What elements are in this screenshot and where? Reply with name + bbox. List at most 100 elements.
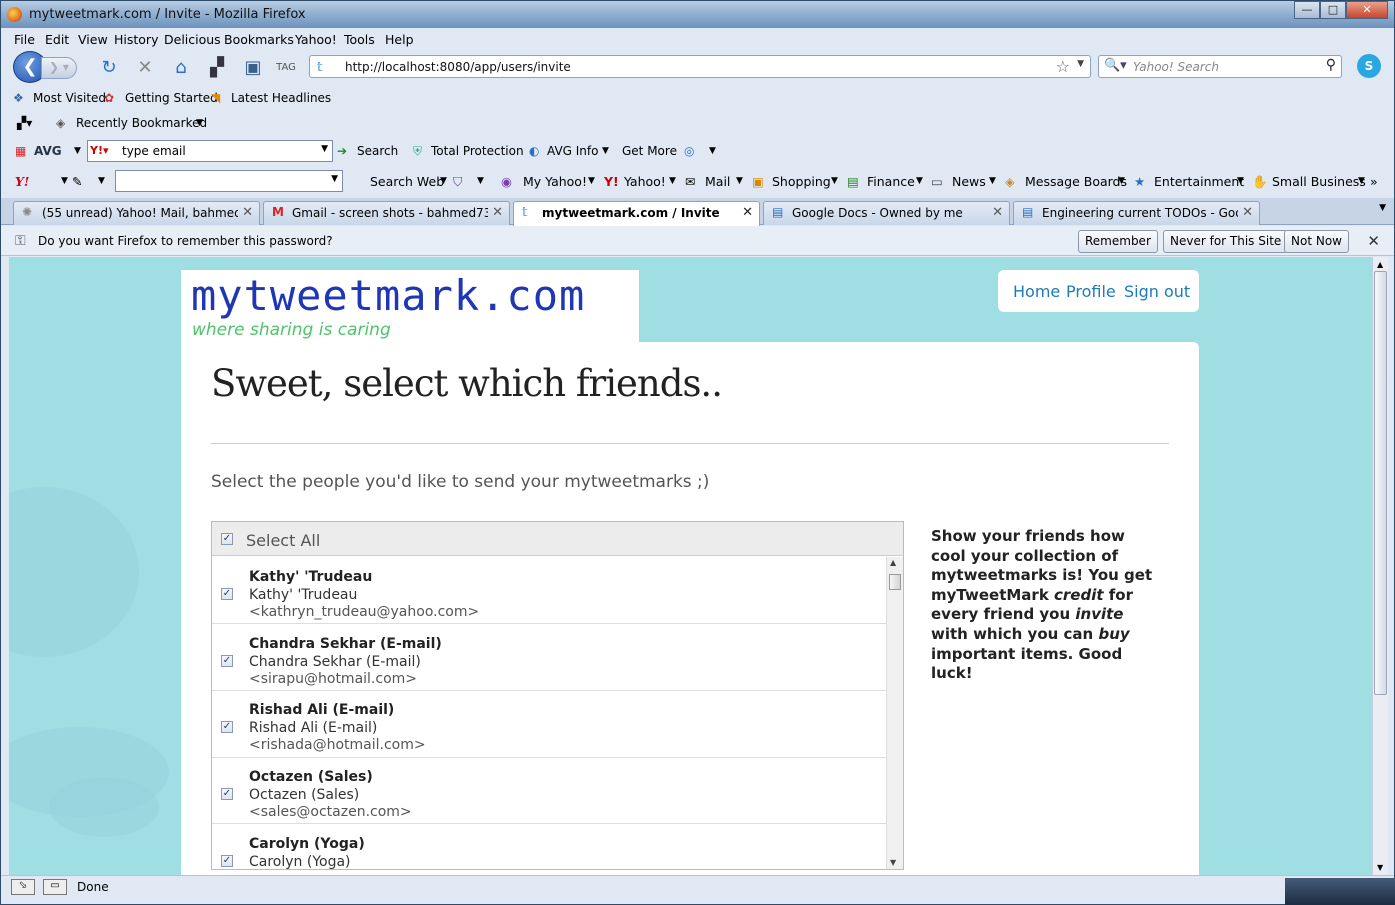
page-scrollbar[interactable]: ▲ ▼	[1372, 257, 1388, 875]
remember-button[interactable]: Remember	[1078, 230, 1158, 253]
tab-yahoo-mail[interactable]: ✺ (55 unread) Yahoo! Mail, bahmed73 ✕	[13, 201, 260, 225]
avg-logo[interactable]: AVG	[34, 144, 62, 158]
page-icon[interactable]: ▣	[241, 56, 265, 80]
notification-close-icon[interactable]: ✕	[1367, 232, 1380, 250]
shopping-button[interactable]: Shopping	[772, 174, 831, 189]
yahoo-search-field[interactable]: ▼	[115, 170, 343, 192]
tab-engineering-todos[interactable]: ▤ Engineering current TODOs - Googl... ✕	[1013, 201, 1260, 225]
not-now-button[interactable]: Not Now	[1284, 230, 1349, 253]
yahoo-button[interactable]: Yahoo!	[624, 174, 666, 189]
list-item[interactable]: ✓ Rishad Ali (E-mail) Rishad Ali (E-mail…	[212, 691, 886, 758]
avg-extra-dropdown-icon[interactable]: ▼	[709, 146, 716, 156]
select-all-row[interactable]: ✓ Select All	[212, 522, 903, 556]
entertainment-dropdown-icon[interactable]: ▼	[1237, 176, 1244, 186]
tab-google-docs[interactable]: ▤ Google Docs - Owned by me ✕	[763, 201, 1010, 225]
toolbar-overflow-icon[interactable]: »	[1370, 174, 1378, 189]
tab-close-icon[interactable]: ✕	[742, 205, 753, 220]
menu-bookmarks[interactable]: Bookmarks	[224, 32, 294, 47]
my-yahoo-dropdown-icon[interactable]: ▼	[588, 176, 595, 186]
status-screen-icon[interactable]: ▭	[43, 879, 67, 895]
pencil-icon[interactable]: ✎	[72, 174, 82, 189]
reload-icon[interactable]: ↻	[97, 56, 121, 80]
scroll-up-icon[interactable]: ▲	[890, 558, 896, 567]
menu-view[interactable]: View	[78, 32, 108, 47]
tab-close-icon[interactable]: ✕	[242, 205, 253, 220]
search-engine-icon[interactable]: 🔍▾	[1104, 58, 1127, 73]
menu-history[interactable]: History	[114, 32, 158, 47]
shield-toolbar-icon[interactable]: ⛉	[453, 174, 462, 190]
stop-icon[interactable]: ✕	[133, 56, 157, 80]
yahoo-dropdown-icon[interactable]: ▼	[669, 176, 676, 186]
tab-gmail[interactable]: M Gmail - screen shots - bahmed73@... ✕	[263, 201, 510, 225]
mail-button[interactable]: Mail	[705, 174, 730, 189]
search-web-button[interactable]: Search Web	[370, 174, 444, 189]
page-scroll-up-icon[interactable]: ▲	[1377, 260, 1383, 269]
screengrab-icon[interactable]: ▞	[205, 56, 229, 80]
small-business-button[interactable]: Small Business	[1272, 174, 1366, 189]
avg-extra-icon[interactable]: ◎	[684, 144, 694, 158]
shield-dropdown-icon[interactable]: ▼	[477, 176, 484, 186]
contact-checkbox[interactable]: ✓	[221, 855, 233, 867]
forward-button[interactable]: ❯ ▾	[41, 57, 77, 79]
finance-button[interactable]: Finance	[867, 174, 915, 189]
tab-close-icon[interactable]: ✕	[1242, 205, 1253, 220]
avg-email-field[interactable]: Y!▾ type email ▼	[87, 140, 333, 162]
site-logo[interactable]: mytweetmark.com where sharing is caring	[181, 270, 639, 342]
bookmark-getting-started[interactable]: Getting Started	[125, 91, 218, 105]
search-go-icon[interactable]: ⚲	[1326, 57, 1336, 73]
contact-checkbox[interactable]: ✓	[221, 721, 233, 733]
shopping-dropdown-icon[interactable]: ▼	[831, 176, 838, 186]
finance-dropdown-icon[interactable]: ▼	[916, 176, 923, 186]
avg-info-button[interactable]: AVG Info	[547, 144, 598, 158]
list-item[interactable]: ✓ Kathy' 'Trudeau Kathy' 'Trudeau <kathr…	[212, 557, 886, 624]
status-tool-icon[interactable]: ⬂	[11, 879, 35, 895]
nav-home-link[interactable]: Home	[1013, 282, 1060, 301]
page-scroll-thumb[interactable]	[1374, 271, 1387, 695]
bookmark-latest-headlines[interactable]: Latest Headlines	[231, 91, 331, 105]
contact-checkbox[interactable]: ✓	[221, 588, 233, 600]
contact-checkbox[interactable]: ✓	[221, 655, 233, 667]
menu-help[interactable]: Help	[385, 32, 414, 47]
skype-icon[interactable]: S	[1357, 54, 1381, 78]
list-item[interactable]: ✓ Chandra Sekhar (E-mail) Chandra Sekhar…	[212, 624, 886, 691]
tab-close-icon[interactable]: ✕	[492, 205, 503, 220]
nav-profile-link[interactable]: Profile	[1066, 282, 1116, 301]
my-yahoo-button[interactable]: My Yahoo!	[523, 174, 587, 189]
search-bar[interactable]: 🔍▾ Yahoo! Search ⚲	[1098, 55, 1342, 78]
tab-mytweetmark-invite[interactable]: 𝕥 mytweetmark.com / Invite ✕	[513, 201, 760, 226]
news-dropdown-icon[interactable]: ▼	[989, 176, 996, 186]
bookmark-star-icon[interactable]: ☆	[1056, 57, 1070, 76]
contact-checkbox[interactable]: ✓	[221, 788, 233, 800]
pencil-dropdown-icon[interactable]: ▼	[98, 176, 105, 186]
close-button[interactable]: ✕	[1346, 1, 1388, 19]
search-web-dropdown-icon[interactable]: ▼	[440, 176, 447, 186]
recently-bookmarked-dropdown-icon[interactable]: ▼	[196, 118, 203, 128]
screengrab-small-icon[interactable]: ▞▾	[17, 116, 32, 130]
list-item[interactable]: ✓ Octazen (Sales) Octazen (Sales) <sales…	[212, 757, 886, 824]
tab-close-icon[interactable]: ✕	[992, 205, 1003, 220]
mail-dropdown-icon[interactable]: ▼	[736, 176, 743, 186]
maximize-button[interactable]: □	[1320, 1, 1346, 19]
avg-search-button[interactable]: Search	[357, 144, 398, 158]
avg-info-dropdown-icon[interactable]: ▼	[602, 146, 609, 156]
small-business-dropdown-icon[interactable]: ▼	[1358, 176, 1365, 186]
menu-edit[interactable]: Edit	[45, 32, 69, 47]
recently-bookmarked[interactable]: Recently Bookmarked	[76, 116, 207, 130]
home-icon[interactable]: ⌂	[169, 56, 193, 80]
select-all-checkbox[interactable]: ✓	[221, 533, 233, 545]
yahoo-logo-icon[interactable]: Y!	[15, 174, 29, 189]
menu-delicious[interactable]: Delicious	[164, 32, 221, 47]
never-for-this-site-button[interactable]: Never for This Site	[1163, 230, 1289, 253]
scroll-thumb[interactable]	[889, 574, 901, 590]
menu-tools[interactable]: Tools	[344, 32, 375, 47]
email-dropdown-icon[interactable]: ▼	[321, 144, 328, 154]
page-scroll-down-icon[interactable]: ▼	[1377, 863, 1383, 872]
yahoo-search-dropdown-icon[interactable]: ▼	[331, 174, 338, 184]
bookmark-most-visited[interactable]: Most Visited	[33, 91, 106, 105]
entertainment-button[interactable]: Entertainment	[1154, 174, 1244, 189]
scroll-down-icon[interactable]: ▼	[890, 858, 896, 867]
list-scrollbar[interactable]: ▲ ▼	[886, 557, 903, 869]
url-bar[interactable]: 𝕥 http://localhost:8080/app/users/invite…	[309, 55, 1091, 78]
url-dropdown-icon[interactable]: ▼	[1077, 59, 1084, 69]
total-protection-button[interactable]: Total Protection	[431, 144, 524, 158]
